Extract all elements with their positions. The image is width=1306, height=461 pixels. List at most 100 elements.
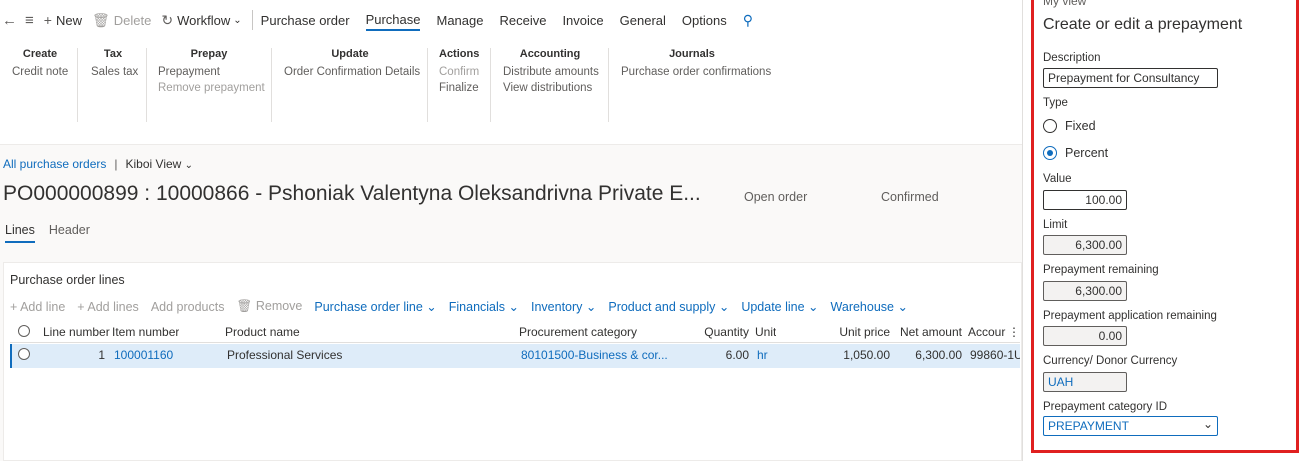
row-select-radio[interactable] [18,348,30,360]
tab-manage[interactable]: Manage [436,11,483,30]
prepayment-remaining-label: Prepayment remaining [1043,264,1159,276]
group-accounting: Accounting Distribute amounts View distr… [503,48,599,94]
column-header[interactable]: Item number [112,325,179,339]
page-tabs: Lines Header [5,223,104,243]
description-label: Description [1043,52,1101,64]
group-divider [490,48,491,122]
unit-price-cell: 1,050.00 [843,348,890,362]
item-number-link[interactable]: 100001160 [114,348,173,362]
type-option-fixed[interactable]: Fixed [1043,119,1096,133]
purchase-order-confirmations-button[interactable]: Purchase order confirmations [621,66,771,78]
percent-radio[interactable] [1043,146,1057,160]
purchase-order-lines: Purchase order lines + Add line + Add li… [3,262,1022,461]
search-icon[interactable]: ⚲ [743,12,753,29]
group-divider [271,48,272,122]
chevron-down-icon: ⌄ [184,160,194,171]
account-cell: 99860-1U [970,348,1020,362]
confirm-button[interactable]: Confirm [439,66,479,78]
purchase-order-line-menu[interactable]: Purchase order line ⌄ [314,299,436,314]
remove-button[interactable]: 🗑 Remove [236,299,302,314]
chevron-down-icon: ⌄ [233,14,242,26]
tab-purchase-order[interactable]: Purchase order [261,11,350,30]
view-selector[interactable]: Kiboi View ⌄ [126,157,194,171]
quantity-cell: 6.00 [725,348,749,362]
prepayment-remaining-field: 6,300.00 [1043,281,1127,301]
value-label: Value [1043,173,1072,185]
application-remaining-field: 0.00 [1043,326,1127,346]
breadcrumb-link[interactable]: All purchase orders [3,157,106,171]
view-distributions-button[interactable]: View distributions [503,82,597,94]
procurement-category-link[interactable]: 80101500-Business & cor... [521,348,671,362]
product-name-cell: Professional Services [227,348,343,362]
tab-header[interactable]: Header [49,223,90,243]
column-header[interactable]: Unit [755,325,776,339]
select-all-radio[interactable] [18,325,30,337]
currency-field[interactable]: UAH [1043,372,1127,392]
tab-receive[interactable]: Receive [499,11,546,30]
sales-tax-button[interactable]: Sales tax [91,66,138,78]
tab-options[interactable]: Options [682,11,727,30]
delete-button[interactable]: 🗑 Delete [92,12,151,29]
my-view-selector[interactable]: My view [1043,0,1086,8]
inventory-menu[interactable]: Inventory ⌄ [531,299,596,314]
group-journals: Journals Purchase order confirmations [621,48,772,78]
toolbar-divider [251,10,253,30]
tab-general[interactable]: General [620,11,666,30]
prepayment-category-select[interactable]: PREPAYMENT ⌄ [1043,416,1218,436]
column-header[interactable]: Line number [43,325,110,339]
action-pane: ← ≡ + New 🗑 Delete ↻ Workflow ⌄ Purchase ord… [0,0,1022,40]
column-header[interactable]: Net amount [896,325,962,339]
tab-lines[interactable]: Lines [5,223,35,243]
page-title: PO000000899 : 10000866 - Pshoniak Valent… [3,182,701,205]
distribute-amounts-button[interactable]: Distribute amounts [503,66,599,78]
column-header[interactable]: Quantity [695,325,749,339]
product-and-supply-menu[interactable]: Product and supply ⌄ [608,299,729,314]
chevron-down-icon: ⌄ [1202,417,1213,431]
add-lines-button[interactable]: + Add lines [77,300,139,314]
group-divider [77,48,78,122]
order-confirmation-details-button[interactable]: Order Confirmation Details [284,66,420,78]
column-header[interactable]: Unit price [830,325,890,339]
prepayment-category-label: Prepayment category ID [1043,401,1168,413]
workflow-icon: ↻ [161,11,174,28]
unit-link[interactable]: hr [757,348,768,362]
column-header[interactable]: Accour [968,325,1006,339]
remove-prepayment-button[interactable]: Remove prepayment [158,82,265,94]
value-field[interactable]: 100.00 [1043,190,1127,210]
column-header[interactable]: Product name [225,325,300,339]
prepayment-button[interactable]: Prepayment [158,66,260,78]
limit-field: 6,300.00 [1043,235,1127,255]
back-icon[interactable]: ← [2,12,17,29]
add-line-button[interactable]: + Add line [10,300,65,314]
financials-menu[interactable]: Financials ⌄ [449,299,519,314]
warehouse-menu[interactable]: Warehouse ⌄ [831,299,908,314]
update-line-menu[interactable]: Update line ⌄ [741,299,818,314]
type-label: Type [1043,97,1068,109]
ribbon: Create Credit note Tax Sales tax Prepay … [0,40,1022,145]
group-divider [146,48,147,122]
table-row[interactable]: 1 100001160 Professional Services 801015… [10,344,1020,368]
group-tax: Tax Sales tax [91,48,139,78]
tab-invoice[interactable]: Invoice [562,11,603,30]
trash-icon: 🗑 [91,11,110,28]
section-title: Purchase order lines [10,273,125,287]
column-header[interactable]: Procurement category [519,325,637,339]
fixed-radio[interactable] [1043,119,1057,133]
menu-icon[interactable]: ≡ [25,12,34,29]
credit-note-button[interactable]: Credit note [12,66,68,78]
order-status: Open order [744,190,808,204]
approval-status: Confirmed [881,190,939,204]
finalize-button[interactable]: Finalize [439,82,479,94]
group-create: Create Credit note [12,48,69,78]
type-option-percent[interactable]: Percent [1043,146,1108,160]
net-amount-cell: 6,300.00 [915,348,962,362]
column-options-icon[interactable]: ⋮ [1008,325,1020,339]
group-actions: Actions Confirm Finalize [439,48,480,94]
plus-icon: + [43,12,52,28]
add-products-button[interactable]: Add products [151,300,225,314]
description-field[interactable]: Prepayment for Consultancy [1043,68,1218,88]
tab-purchase[interactable]: Purchase [365,10,421,31]
new-button[interactable]: + New [44,12,82,28]
workflow-button[interactable]: ↻ Workflow ⌄ [161,12,241,29]
limit-label: Limit [1043,219,1068,231]
